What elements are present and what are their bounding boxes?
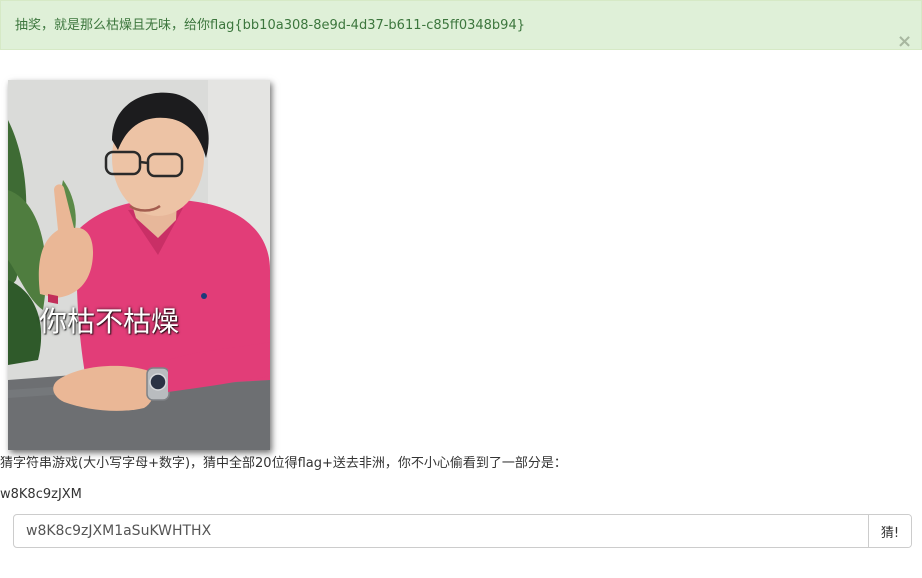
meme-caption: 你枯不枯燥 <box>39 305 180 338</box>
partial-string: w8K8c9zJXM <box>0 487 82 502</box>
alert-message: 抽奖，就是那么枯燥且无味，给你flag{bb10a308-8e9d-4d37-b… <box>15 18 525 33</box>
meme-image: 你枯不枯燥 <box>8 80 270 450</box>
meme-illustration <box>8 80 270 450</box>
guess-button[interactable]: 猜! <box>868 515 911 547</box>
game-description: 猜字符串游戏(大小写字母+数字)，猜中全部20位得flag+送去非洲，你不小心偷… <box>0 456 567 471</box>
guess-input[interactable] <box>14 515 868 547</box>
success-alert: 抽奖，就是那么枯燥且无味，给你flag{bb10a308-8e9d-4d37-b… <box>0 0 922 51</box>
close-icon[interactable]: × <box>897 33 912 51</box>
guess-form: 猜! <box>13 514 912 548</box>
